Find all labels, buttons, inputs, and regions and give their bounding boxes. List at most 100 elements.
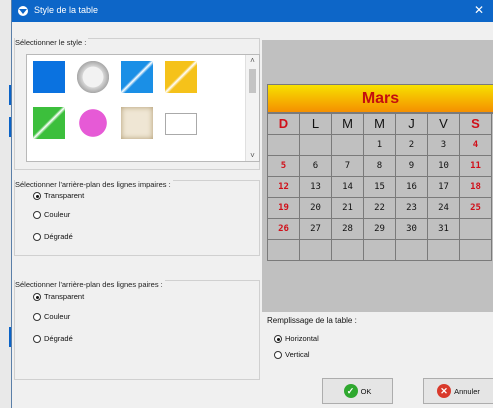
calendar-day-cell: 16 [396, 177, 428, 198]
radio-button[interactable] [33, 210, 41, 219]
calendar-grid: D L M M J V S 1 2 3 4 5 6 7 8 9 10 11 12 13 14 15 16 17 18 19 20 21… [267, 113, 493, 261]
even-gradient-radio[interactable]: Dégradé [33, 334, 73, 343]
radio-button[interactable] [33, 292, 41, 301]
odd-color-radio[interactable]: Couleur [33, 210, 70, 219]
scroll-down-icon[interactable]: ˅ [246, 151, 259, 160]
radio-button[interactable] [33, 191, 41, 200]
fill-horizontal-radio[interactable]: Horizontal [274, 334, 319, 343]
calendar-day-cell: 26 [268, 219, 300, 240]
calendar-day-header: M [364, 114, 396, 135]
check-icon: ✓ [343, 384, 358, 398]
calendar-day-cell [268, 240, 300, 261]
calendar-day-cell: 22 [364, 198, 396, 219]
calendar-day-cell: 23 [396, 198, 428, 219]
odd-transparent-radio[interactable]: Transparent [33, 191, 84, 200]
radio-label: Couleur [44, 312, 71, 321]
radio-label: Dégradé [44, 334, 73, 343]
fill-vertical-radio[interactable]: Vertical [274, 350, 310, 359]
cancel-button[interactable]: ✕ Annuler [423, 378, 493, 404]
ok-button[interactable]: ✓ OK [322, 378, 393, 404]
scroll-up-icon[interactable]: ˄ [246, 56, 259, 65]
even-color-radio[interactable]: Couleur [33, 312, 70, 321]
calendar-day-cell: 5 [268, 156, 300, 177]
calendar-day-cell: 30 [396, 219, 428, 240]
odd-rows-label: Sélectionner l'arrière-plan des lignes i… [15, 180, 173, 189]
blue-flat-swatch[interactable] [31, 59, 67, 95]
style-group-label: Sélectionner le style : [15, 38, 89, 47]
calendar-day-cell: 29 [364, 219, 396, 240]
cancel-label: Annuler [454, 386, 480, 396]
calendar-day-cell [332, 240, 364, 261]
calendar-day-header: S [460, 114, 492, 135]
app-icon [18, 6, 28, 16]
radio-button[interactable] [33, 334, 41, 343]
blue-gloss-swatch[interactable] [121, 61, 153, 93]
radio-button[interactable] [33, 312, 41, 321]
silver-seal-swatch[interactable] [77, 61, 109, 93]
calendar-day-cell: 2 [396, 135, 428, 156]
even-rows-label: Sélectionner l'arrière-plan des lignes p… [15, 280, 165, 289]
calendar-day-cell [268, 135, 300, 156]
scroll-thumb[interactable] [249, 69, 256, 93]
radio-button[interactable] [274, 334, 282, 343]
cancel-x-icon: ✕ [437, 384, 452, 398]
calendar-day-cell: 3 [428, 135, 460, 156]
calendar-day-cell: 19 [268, 198, 300, 219]
calendar-day-cell [300, 240, 332, 261]
calendar-day-cell [332, 135, 364, 156]
calendar-day-cell: 11 [460, 156, 492, 177]
fill-label: Remplissage de la table : [267, 316, 357, 325]
calendar-day-cell [364, 240, 396, 261]
radio-label: Dégradé [44, 232, 73, 241]
calendar-day-cell [396, 240, 428, 261]
radio-label: Transparent [44, 191, 85, 200]
calendar-day-cell: 15 [364, 177, 396, 198]
calendar-preview: Mars D L M M J V S 1 2 3 4 5 6 7 8 9 10 11 12 13 14 15 16 17 18 1… [262, 40, 493, 312]
yellow-gloss-swatch[interactable] [165, 61, 197, 93]
green-gloss-swatch[interactable] [33, 107, 65, 139]
calendar-day-header: J [396, 114, 428, 135]
calendar-day-cell: 10 [428, 156, 460, 177]
white-swatch[interactable] [165, 113, 197, 135]
calendar-day-cell: 24 [428, 198, 460, 219]
radio-button[interactable] [33, 232, 41, 241]
calendar-day-cell [460, 219, 492, 240]
radio-label: Vertical [285, 350, 310, 359]
radio-label: Transparent [44, 292, 85, 301]
calendar-day-cell: 14 [332, 177, 364, 198]
calendar-day-cell: 31 [428, 219, 460, 240]
calendar-day-cell: 28 [332, 219, 364, 240]
calendar-day-cell: 27 [300, 219, 332, 240]
calendar-day-cell: 17 [428, 177, 460, 198]
close-icon[interactable]: ✕ [464, 0, 493, 22]
calendar-day-cell: 13 [300, 177, 332, 198]
radio-label: Couleur [44, 210, 71, 219]
calendar-day-header: V [428, 114, 460, 135]
calendar-day-cell: 8 [364, 156, 396, 177]
style-dialog: Style de la table ✕ Sélectionner le styl… [11, 0, 493, 408]
ok-label: OK [360, 386, 372, 396]
even-transparent-radio[interactable]: Transparent [33, 292, 84, 301]
calendar-day-cell: 9 [396, 156, 428, 177]
calendar-day-cell: 18 [460, 177, 492, 198]
title-bar: Style de la table ✕ [12, 0, 493, 22]
calendar-day-cell: 12 [268, 177, 300, 198]
calendar-day-cell [300, 135, 332, 156]
calendar-table: Mars D L M M J V S 1 2 3 4 5 6 7 8 9 10 11 12 13 14 15 16 17 18 1… [267, 84, 493, 261]
window-title: Style de la table [34, 5, 99, 15]
calendar-day-header: D [268, 114, 300, 135]
parchment-swatch[interactable] [121, 107, 153, 139]
radio-button[interactable] [274, 350, 282, 359]
calendar-day-cell [460, 240, 492, 261]
calendar-day-cell: 4 [460, 135, 492, 156]
calendar-day-header: M [332, 114, 364, 135]
style-list[interactable]: ˄ ˅ [26, 54, 260, 162]
calendar-day-cell: 25 [460, 198, 492, 219]
style-list-scrollbar[interactable]: ˄ ˅ [245, 55, 259, 161]
odd-gradient-radio[interactable]: Dégradé [33, 232, 73, 241]
calendar-day-cell: 21 [332, 198, 364, 219]
calendar-day-cell [428, 240, 460, 261]
calendar-day-cell: 7 [332, 156, 364, 177]
pink-circle-swatch[interactable] [77, 107, 109, 139]
calendar-day-cell: 1 [364, 135, 396, 156]
